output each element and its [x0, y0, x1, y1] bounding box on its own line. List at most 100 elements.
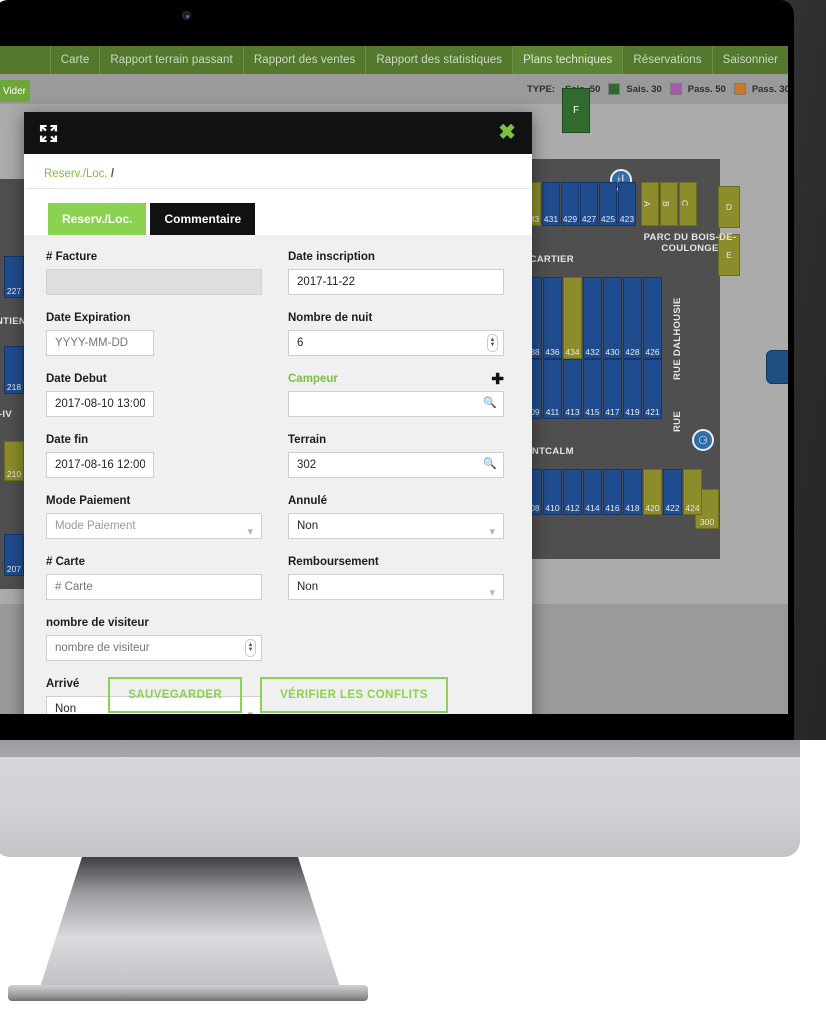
clear-button[interactable]: Vider — [0, 80, 30, 102]
mode-paiement-select[interactable]: Mode Paiement ▾ — [46, 513, 262, 539]
nombre-visiteur-stepper[interactable]: ▲ ▼ — [245, 639, 256, 657]
close-icon[interactable]: ✖ — [496, 122, 518, 144]
modal-body: Reserv./Loc. / Reserv./Loc. Commentaire … — [24, 154, 532, 714]
search-icon[interactable]: 🔍 — [483, 457, 497, 470]
save-button[interactable]: SAUVEGARDER — [108, 677, 243, 713]
nav-item-rapport-des-statistiques[interactable]: Rapport des statistiques — [365, 46, 512, 74]
map-plot-427[interactable]: 427 — [580, 182, 598, 226]
map-plot-425[interactable]: 425 — [599, 182, 617, 226]
map-plot-416[interactable]: 416 — [603, 469, 622, 515]
date-debut-input[interactable] — [46, 391, 154, 417]
map-area-parc: PARC DU BOIS-DE-COULONGE — [643, 232, 737, 254]
map-plot-210[interactable]: 210 — [4, 441, 24, 481]
nav-item-carte[interactable]: Carte — [49, 46, 100, 74]
map-plot-417[interactable]: 417 — [603, 359, 622, 419]
nav-item-plans-techniques[interactable]: Plans techniques — [512, 46, 623, 74]
map-plot-418[interactable]: 418 — [623, 469, 642, 515]
screen-viewport: Carte Rapport terrain passant Rapport de… — [0, 46, 788, 714]
map-plot-207[interactable]: 207 — [4, 534, 24, 576]
map-plot-415[interactable]: 415 — [583, 359, 602, 419]
top-navigation: Carte Rapport terrain passant Rapport de… — [0, 46, 788, 74]
map-plot-428[interactable]: 428 — [623, 277, 642, 359]
facture-input[interactable] — [46, 269, 262, 295]
map-plot-412[interactable]: 412 — [563, 469, 582, 515]
search-icon[interactable]: 🔍 — [483, 396, 497, 409]
nav-item-saisonnier[interactable]: Saisonnier — [711, 46, 788, 74]
map-plot-421[interactable]: 421 — [643, 359, 662, 419]
map-plot-419[interactable]: 419 — [623, 359, 642, 419]
imac-screen-bottom-edge — [0, 740, 800, 757]
nav-item-rapport-terrain-passant[interactable]: Rapport terrain passant — [99, 46, 242, 74]
tab-commentaire[interactable]: Commentaire — [150, 203, 256, 235]
reservation-modal: ✖ Reserv./Loc. / Reserv./Loc. Commentair… — [24, 112, 532, 714]
label-date-debut: Date Debut — [46, 373, 107, 385]
field-date-debut: Date Debut — [46, 373, 262, 417]
annule-select[interactable]: Non ▾ — [288, 513, 504, 539]
legend-label-pass30: Pass. 30 — [751, 83, 788, 95]
map-plot-413[interactable]: 413 — [563, 359, 582, 419]
field-date-expiration: Date Expiration — [46, 312, 262, 356]
annule-value: Non — [297, 520, 319, 532]
terrain-input[interactable] — [288, 452, 504, 478]
map-street-rue: RUE — [672, 411, 683, 433]
form-column-left: # Facture Date Expiration Date Debut — [46, 251, 262, 714]
label-annule: Annulé — [288, 495, 327, 507]
nav-item-reservations[interactable]: Réservations — [622, 46, 711, 74]
field-campeur: Campeur ✚ 🔍 — [288, 372, 504, 417]
check-conflicts-button[interactable]: VÉRIFIER LES CONFLITS — [260, 677, 448, 713]
date-inscription-input[interactable] — [288, 269, 504, 295]
map-plot-414[interactable]: 414 — [583, 469, 602, 515]
nombre-nuit-stepper[interactable]: ▲ ▼ — [487, 334, 498, 352]
map-block-f[interactable]: F — [562, 88, 590, 133]
nombre-visiteur-input[interactable] — [46, 635, 262, 661]
map-plot-430[interactable]: 430 — [603, 277, 622, 359]
field-mode-paiement: Mode Paiement Mode Paiement ▾ — [46, 495, 262, 539]
chevron-down-icon: ▾ — [489, 526, 495, 538]
label-campeur: Campeur — [288, 373, 338, 385]
form-column-right: Date inscription Nombre de nuit ▲ ▼ — [288, 251, 504, 714]
map-plot-422[interactable]: 422 — [663, 469, 682, 515]
map-block-c[interactable]: C — [679, 182, 697, 226]
field-nombre-visiteur: nombre de visiteur ▲ ▼ — [46, 617, 262, 661]
legend-swatch-sais50 — [608, 83, 621, 95]
imac-foot — [8, 985, 368, 1001]
breadcrumb: Reserv./Loc. / — [26, 154, 530, 189]
map-plot-423[interactable]: 423 — [618, 182, 636, 226]
playground-icon[interactable]: ⚆ — [692, 429, 714, 451]
map-plot-432[interactable]: 432 — [583, 277, 602, 359]
map-plot-424[interactable]: 424 — [683, 469, 702, 515]
map-block-d[interactable]: D — [718, 186, 740, 228]
map-block-a[interactable]: A — [641, 182, 659, 226]
campeur-input[interactable] — [288, 391, 504, 417]
map-plot-434[interactable]: 434 — [563, 277, 582, 359]
nombre-nuit-input[interactable] — [288, 330, 504, 356]
reservation-form: # Facture Date Expiration Date Debut — [24, 235, 532, 714]
map-block-b[interactable]: B — [660, 182, 678, 226]
map-plot-420[interactable]: 420 — [643, 469, 662, 515]
map-plot-410[interactable]: 410 — [543, 469, 562, 515]
side-panel-toggle[interactable] — [766, 350, 788, 384]
date-expiration-input[interactable] — [46, 330, 154, 356]
map-plot-227[interactable]: 227 — [4, 256, 24, 298]
map-plot-218[interactable]: 218 — [4, 346, 24, 394]
field-terrain: Terrain 🔍 — [288, 434, 504, 478]
expand-icon[interactable] — [39, 124, 58, 143]
date-fin-input[interactable] — [46, 452, 154, 478]
map-plot-429[interactable]: 429 — [561, 182, 579, 226]
plus-icon[interactable]: ✚ — [491, 372, 504, 387]
imac-chin — [0, 757, 800, 857]
tab-reserv-loc[interactable]: Reserv./Loc. — [48, 203, 147, 235]
map-plot-431[interactable]: 431 — [542, 182, 560, 226]
nav-item-rapport-des-ventes[interactable]: Rapport des ventes — [242, 46, 366, 74]
map-plot-436[interactable]: 436 — [543, 277, 562, 359]
remboursement-select[interactable]: Non ▾ — [288, 574, 504, 600]
label-terrain: Terrain — [288, 434, 327, 446]
carte-input[interactable] — [46, 574, 262, 600]
chevron-down-icon: ▾ — [247, 526, 253, 538]
breadcrumb-root[interactable]: Reserv./Loc. — [44, 168, 108, 180]
breadcrumb-separator: / — [110, 168, 115, 180]
map-plot-426[interactable]: 426 — [643, 277, 662, 359]
map-plot-411[interactable]: 411 — [543, 359, 562, 419]
webcam-dot-icon — [182, 11, 191, 20]
legend-label-pass50: Pass. 50 — [687, 83, 726, 95]
